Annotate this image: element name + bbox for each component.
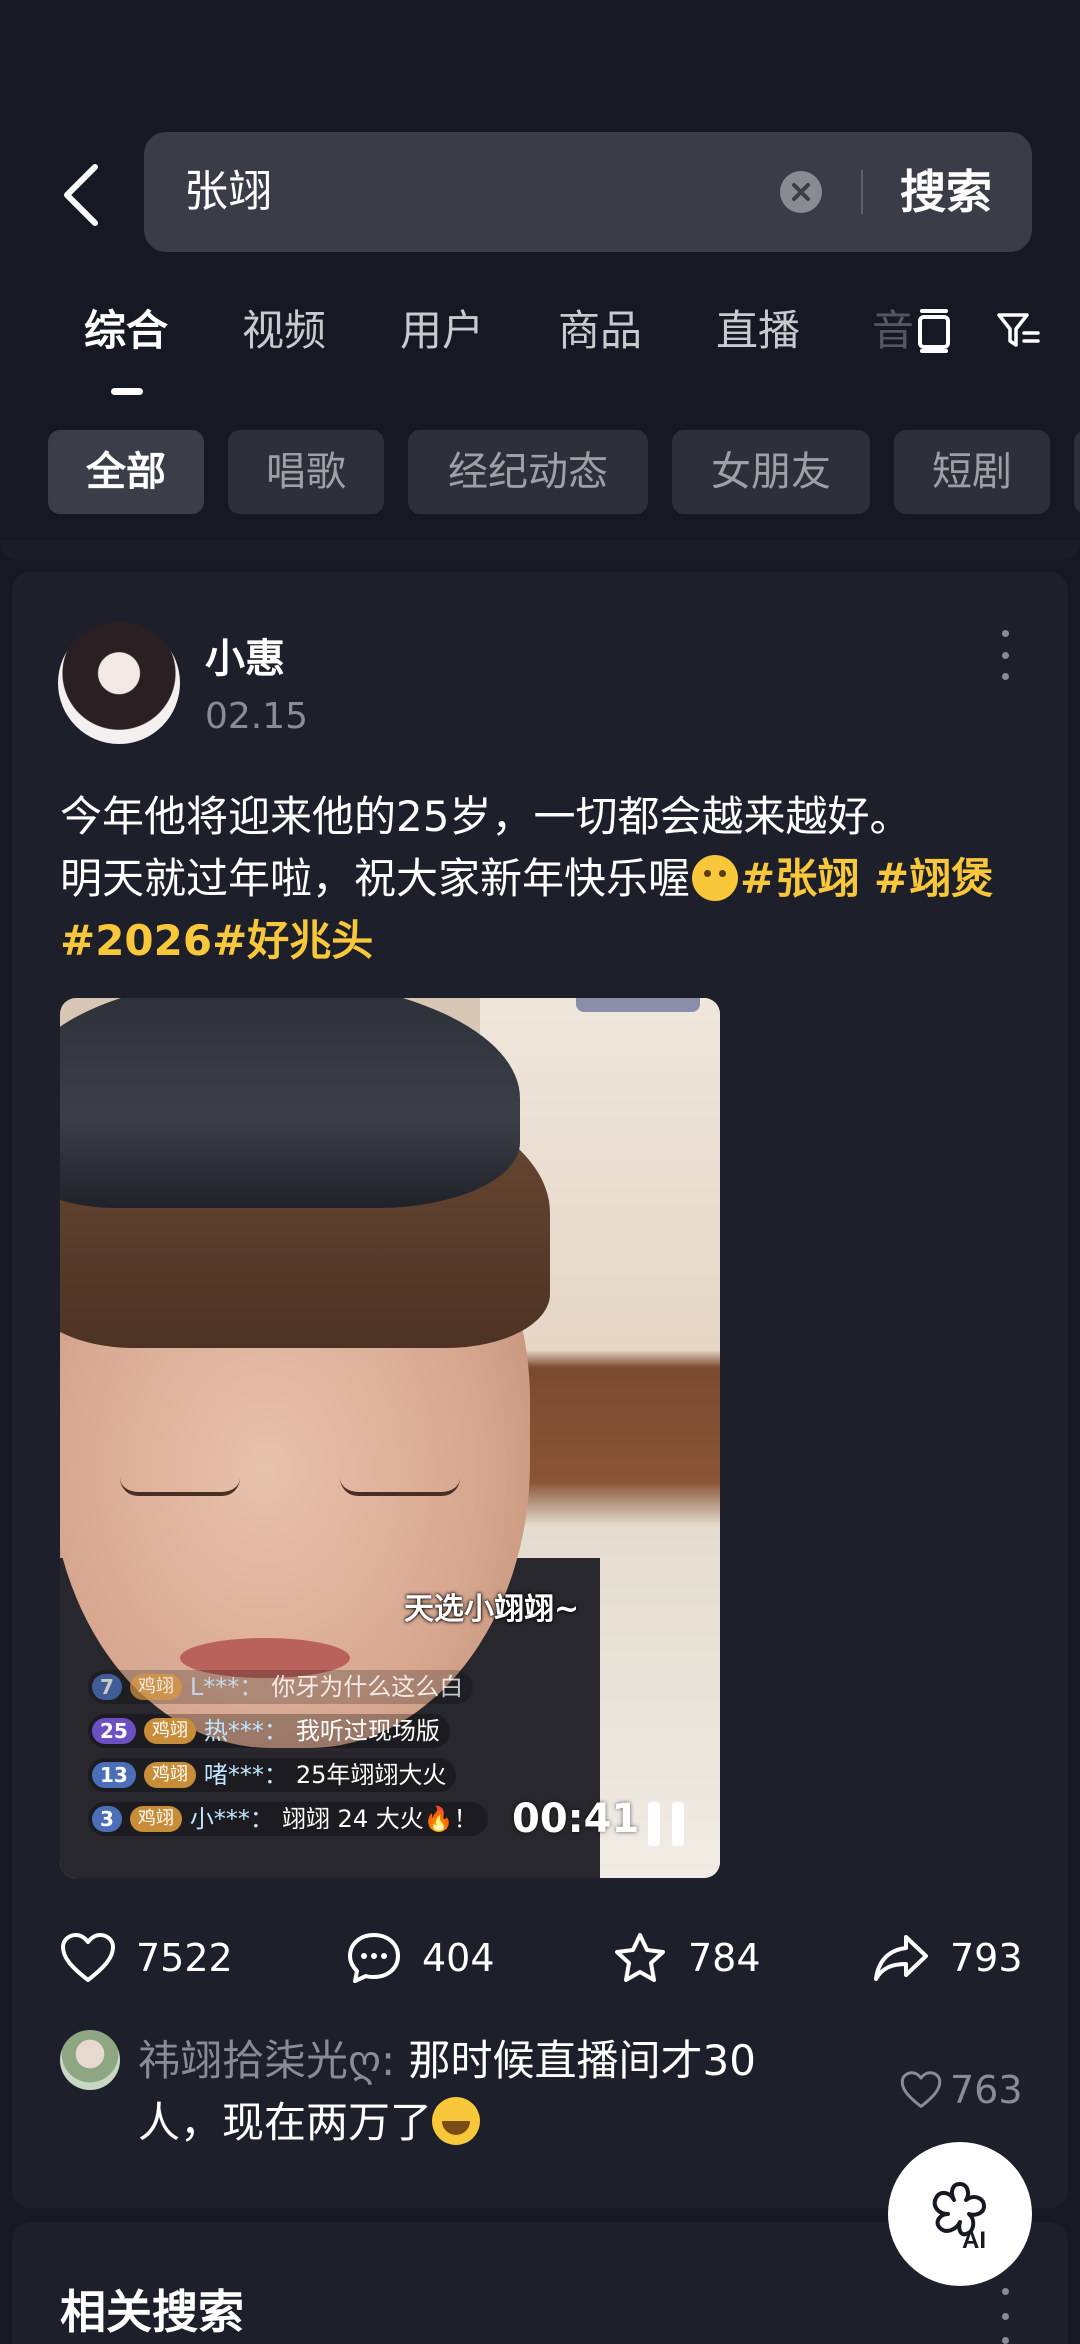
search-submit-button[interactable]: 搜索 [900, 132, 992, 252]
pause-icon[interactable] [646, 1802, 686, 1846]
layout-icon [918, 309, 950, 353]
tab-live[interactable]: 直播 [716, 296, 800, 366]
commenter-avatar[interactable] [60, 2030, 120, 2090]
like-button[interactable]: 7522 [60, 1926, 233, 1990]
tab-products[interactable]: 商品 [558, 296, 642, 366]
chat-level-badge: 13 [92, 1762, 136, 1788]
tab-videos[interactable]: 视频 [242, 296, 326, 366]
previous-card-edge [0, 540, 1080, 560]
filter-button[interactable] [996, 306, 1040, 356]
video-top-overlay [576, 998, 700, 1012]
search-bar[interactable]: 张翊 搜索 [144, 132, 1032, 252]
video-player[interactable]: 天选小翊翊~ 7 鸡翊 L***： 你牙为什么这么白 25 鸡翊 热***： 我… [60, 998, 720, 1878]
ai-label: AI [962, 2227, 986, 2252]
chip-overflow[interactable] [1074, 430, 1080, 514]
tab-all[interactable]: 综合 [84, 296, 168, 366]
chat-username: 啫***： [203, 1761, 288, 1789]
smile-emoji-icon [692, 855, 739, 901]
ai-flower-icon: AI [932, 2182, 986, 2252]
chip-all[interactable]: 全部 [48, 430, 204, 514]
chat-fan-badge: 鸡翊 [129, 1806, 182, 1832]
tab-users[interactable]: 用户 [400, 296, 484, 366]
active-tab-indicator [111, 388, 143, 395]
author-avatar[interactable] [58, 622, 180, 744]
chat-text: 翊翊 24 大火🔥！ [281, 1805, 478, 1833]
more-icon [1001, 630, 1009, 637]
filter-icon [997, 313, 1040, 347]
commenter-name[interactable]: 祎翊拾柒光ღ: [138, 2036, 395, 2085]
chat-message: 7 鸡翊 L***： 你牙为什么这么白 [88, 1670, 474, 1704]
chip-singing[interactable]: 唱歌 [228, 430, 384, 514]
post-text-line-1: 今年他将迎来他的25岁，一切都会越来越好。 [60, 792, 912, 841]
share-icon [874, 1935, 928, 1981]
post-text[interactable]: 今年他将迎来他的25岁，一切都会越来越好。 明天就过年啦，祝大家新年快乐喔 #张翊… [60, 786, 1020, 972]
video-caption: 天选小翊翊~ [404, 1592, 580, 1627]
favorite-count: 784 [688, 1936, 761, 1980]
comment-icon [348, 1933, 400, 1983]
tab-overflow-fade: 音 [872, 306, 912, 355]
chat-fan-badge: 鸡翊 [129, 1674, 182, 1700]
chat-text: 25年翊翊大火 [295, 1761, 447, 1789]
share-count: 793 [950, 1936, 1023, 1980]
video-timestamp: 00:41 [512, 1796, 640, 1842]
chip-girlfriend[interactable]: 女朋友 [672, 430, 870, 514]
chat-level-badge: 7 [92, 1674, 122, 1700]
more-options-button[interactable] [990, 630, 1020, 680]
chat-message: 13 鸡翊 啫***： 25年翊翊大火 [88, 1758, 457, 1792]
chat-message: 3 鸡翊 小***： 翊翊 24 大火🔥！ [88, 1802, 488, 1836]
post-text-line-2-text: 明天就过年啦，祝大家新年快乐喔 [60, 854, 691, 903]
chat-message: 25 鸡翊 热***： 我听过现场版 [88, 1714, 450, 1748]
comment-count: 404 [422, 1936, 495, 1980]
top-comment[interactable]: 祎翊拾柒光ღ: 那时候直播间才30人，现在两万了 [138, 2030, 838, 2154]
chat-level-badge: 25 [92, 1718, 136, 1744]
chat-level-badge: 3 [92, 1806, 122, 1832]
chevron-left-icon [64, 164, 98, 226]
ai-assistant-button[interactable]: AI [888, 2142, 1032, 2286]
layout-toggle-button[interactable] [912, 306, 956, 356]
heart-icon [61, 1933, 115, 1982]
heart-icon [900, 2071, 942, 2108]
close-icon [792, 183, 810, 201]
related-more-button[interactable] [990, 2288, 1020, 2344]
chat-text: 你牙为什么这么白 [271, 1673, 464, 1701]
chat-username: L***： [189, 1673, 264, 1701]
comment-button[interactable]: 404 [346, 1926, 495, 1990]
crying-emoji-icon [432, 2097, 481, 2145]
chat-fan-badge: 鸡翊 [143, 1718, 196, 1744]
video-eyes [120, 1478, 460, 1498]
more-icon [1001, 2288, 1009, 2295]
chat-username: 热***： [203, 1717, 288, 1745]
video-cap [60, 998, 520, 1208]
chip-agency-news[interactable]: 经纪动态 [408, 430, 648, 514]
post-date: 02.15 [205, 696, 309, 737]
favorite-button[interactable]: 784 [612, 1926, 761, 1990]
chat-username: 小***： [189, 1805, 274, 1833]
chat-text: 我听过现场版 [295, 1717, 440, 1745]
chip-short-drama[interactable]: 短剧 [894, 430, 1050, 514]
related-search-title: 相关搜索 [60, 2285, 244, 2339]
clear-search-button[interactable] [780, 171, 822, 213]
chat-fan-badge: 鸡翊 [143, 1762, 196, 1788]
author-name[interactable]: 小惠 [205, 626, 285, 684]
like-count: 7522 [136, 1936, 233, 1980]
share-button[interactable]: 793 [872, 1926, 1023, 1990]
search-input[interactable]: 张翊 [184, 132, 272, 252]
star-icon [615, 1933, 665, 1982]
search-divider [861, 170, 863, 214]
comment-like-count: 763 [950, 2068, 1023, 2112]
comment-like-button[interactable]: 763 [900, 2068, 1023, 2112]
post-text-line-2: 明天就过年啦，祝大家新年快乐喔 #张翊 #翊煲#2026#好兆头 [60, 848, 1020, 972]
back-button[interactable] [56, 160, 106, 230]
filter-chips: 全部 唱歌 经纪动态 女朋友 短剧 [0, 430, 1080, 514]
